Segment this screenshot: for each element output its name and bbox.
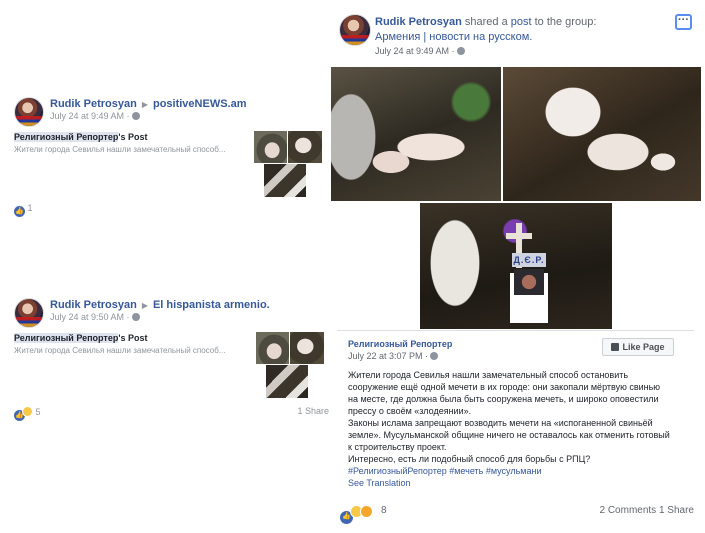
haha-reaction-icon xyxy=(22,406,33,417)
author-link[interactable]: Rudik Petrosyan xyxy=(375,16,462,28)
post-body: Жители города Севилья нашли замечательны… xyxy=(348,369,693,489)
see-translation-link[interactable]: See Translation xyxy=(348,477,693,489)
shared-page-link[interactable]: Религиозный Репортер xyxy=(348,339,452,349)
group-link[interactable]: Армения | новости на русском. xyxy=(375,31,532,43)
shared-post-timestamp[interactable]: July 22 at 3:07 PM · xyxy=(348,351,439,361)
photo-thumbnails[interactable] xyxy=(254,131,322,197)
globe-icon xyxy=(131,313,140,321)
post-header: Rudik Petrosyan ▶ El hispanista armenio. xyxy=(50,297,270,311)
post-header: Rudik Petrosyan ▶ positiveNEWS.am xyxy=(50,96,247,110)
main-post: Rudik Petrosyan shared a post to the gro… xyxy=(331,0,701,533)
author-link[interactable]: Rudik Petrosyan xyxy=(50,98,137,110)
avatar[interactable] xyxy=(339,14,371,46)
feed-post-2: Rudik Petrosyan ▶ El hispanista armenio. J… xyxy=(14,298,329,428)
post-snippet: Жители города Севилья нашли замечательны… xyxy=(14,145,226,154)
reaction-icons[interactable]: 👍 xyxy=(340,505,373,524)
target-link[interactable]: positiveNEWS.am xyxy=(153,98,247,110)
triangle-right-icon: ▶ xyxy=(141,301,148,310)
post-footer: 👍 8 2 Comments 1 Share xyxy=(337,503,695,524)
globe-icon xyxy=(456,47,465,55)
framed-photo xyxy=(514,269,544,295)
post-photo-3[interactable]: Д.Є.Р. xyxy=(420,203,612,329)
shared-post-title[interactable]: Религиозный Репортер's Post xyxy=(14,132,148,142)
post-photo-1[interactable] xyxy=(331,67,501,201)
photo-thumbnails[interactable] xyxy=(256,332,324,398)
comments-count[interactable]: 2 Comments xyxy=(600,505,657,516)
comments-shares: 2 Comments 1 Share xyxy=(600,505,695,516)
globe-icon xyxy=(131,112,140,120)
share-count[interactable]: 1 Share xyxy=(297,406,329,416)
post-timestamp[interactable]: July 24 at 9:50 AM · xyxy=(50,312,140,322)
wow-reaction-icon xyxy=(360,505,373,518)
post-timestamp[interactable]: July 24 at 9:49 AM · xyxy=(50,111,140,121)
hashtags[interactable]: #РелигиозныйРепортер #мечеть #мусульмани xyxy=(348,465,693,477)
post-header: Rudik Petrosyan shared a post to the gro… xyxy=(375,16,597,43)
reaction-summary[interactable]: 👍 5 xyxy=(14,406,41,421)
like-reaction-icon: 👍 xyxy=(14,206,25,217)
shared-post-title[interactable]: Религиозный Репортер's Post xyxy=(14,333,148,343)
sign-text: Д.Є.Р. xyxy=(512,253,546,267)
like-page-button[interactable]: Like Page xyxy=(602,338,674,356)
post-photo-2[interactable] xyxy=(503,67,701,201)
thumbs-up-icon xyxy=(611,343,620,351)
author-link[interactable]: Rudik Petrosyan xyxy=(50,299,137,311)
reaction-count[interactable]: 8 xyxy=(381,505,387,516)
feed-post-1: Rudik Petrosyan ▶ positiveNEWS.am July 24 … xyxy=(14,97,329,217)
target-link[interactable]: El hispanista armenio. xyxy=(153,299,270,311)
shares-count[interactable]: 1 Share xyxy=(659,505,694,516)
more-options-button[interactable]: ··· xyxy=(675,14,692,30)
post-snippet: Жители города Севилья нашли замечательны… xyxy=(14,346,226,355)
post-timestamp[interactable]: July 24 at 9:49 AM · xyxy=(375,46,465,56)
post-link[interactable]: post xyxy=(511,16,532,28)
avatar[interactable] xyxy=(14,97,44,127)
triangle-right-icon: ▶ xyxy=(141,100,148,109)
shared-post: Религиозный Репортер July 22 at 3:07 PM … xyxy=(337,330,694,488)
reaction-summary[interactable]: 👍 1 xyxy=(14,203,33,217)
globe-icon xyxy=(430,352,439,360)
avatar[interactable] xyxy=(14,298,44,328)
